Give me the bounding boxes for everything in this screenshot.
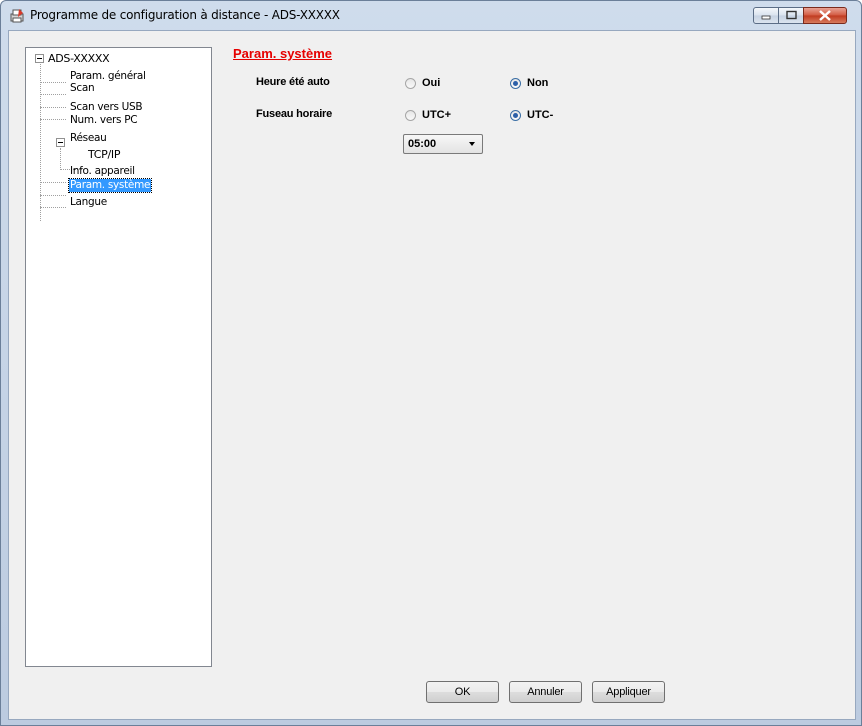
window-title: Programme de configuration à distance - … (30, 8, 340, 22)
maximize-icon (786, 10, 797, 20)
close-button[interactable] (803, 7, 847, 24)
maximize-button[interactable] (778, 7, 804, 24)
radio-checked-icon (510, 109, 521, 121)
tree-connector (40, 207, 66, 208)
tree-item-reseau[interactable]: Réseau (70, 132, 107, 145)
tree-item-tcpip[interactable]: TCP/IP (88, 148, 120, 161)
tree-connector (60, 148, 61, 170)
collapse-reseau-icon[interactable] (56, 138, 65, 147)
printer-config-icon (9, 8, 25, 24)
client-area: ADS-XXXXX Param. général Scan Scan vers … (8, 30, 856, 720)
utc-minus-radio[interactable]: UTC- (510, 109, 553, 121)
dst-oui-radio[interactable]: Oui (405, 77, 440, 89)
radio-unchecked-icon (405, 109, 416, 121)
apply-button[interactable]: Appliquer (592, 681, 665, 703)
dst-non-radio[interactable]: Non (510, 77, 548, 89)
tree-connector (40, 119, 66, 120)
app-window: Programme de configuration à distance - … (0, 0, 862, 726)
dst-non-label: Non (527, 77, 549, 89)
title-bar[interactable]: Programme de configuration à distance - … (1, 1, 861, 29)
cancel-button[interactable]: Annuler (509, 681, 582, 703)
minimize-icon (761, 15, 771, 20)
tree-item-scan[interactable]: Scan (70, 82, 95, 95)
radio-unchecked-icon (405, 77, 416, 89)
tree-item-info-appareil[interactable]: Info. appareil (70, 165, 135, 178)
utc-offset-dropdown[interactable]: 05:00 (403, 134, 483, 154)
collapse-root-icon[interactable] (35, 54, 44, 63)
tree-item-num-pc[interactable]: Num. vers PC (70, 114, 138, 127)
close-icon (819, 10, 831, 21)
utc-offset-value: 05:00 (408, 138, 437, 150)
tree-connector (40, 82, 66, 83)
tree-item-root[interactable]: ADS-XXXXX (48, 52, 110, 65)
tree-item-param-systeme[interactable]: Param. système (67, 178, 153, 193)
dst-oui-label: Oui (422, 77, 441, 89)
tree-connector (40, 195, 66, 196)
dst-label: Heure été auto (256, 76, 330, 88)
tree-item-langue[interactable]: Langue (70, 196, 107, 209)
chevron-down-icon (469, 142, 475, 146)
section-title: Param. système (233, 46, 333, 61)
radio-checked-icon (510, 77, 521, 89)
timezone-label: Fuseau horaire (256, 108, 333, 120)
utc-minus-label: UTC- (527, 109, 554, 121)
tree-connector (40, 107, 66, 108)
utc-plus-radio[interactable]: UTC+ (405, 109, 451, 121)
tree-connector (40, 59, 41, 221)
settings-tree[interactable]: ADS-XXXXX Param. général Scan Scan vers … (25, 47, 212, 667)
minimize-button[interactable] (753, 7, 779, 24)
tree-connector (40, 94, 66, 95)
ok-button[interactable]: OK (426, 681, 499, 703)
tree-item-scan-usb[interactable]: Scan vers USB (70, 101, 143, 114)
tree-connector (40, 182, 66, 183)
utc-plus-label: UTC+ (422, 109, 452, 121)
window-controls (753, 7, 847, 24)
